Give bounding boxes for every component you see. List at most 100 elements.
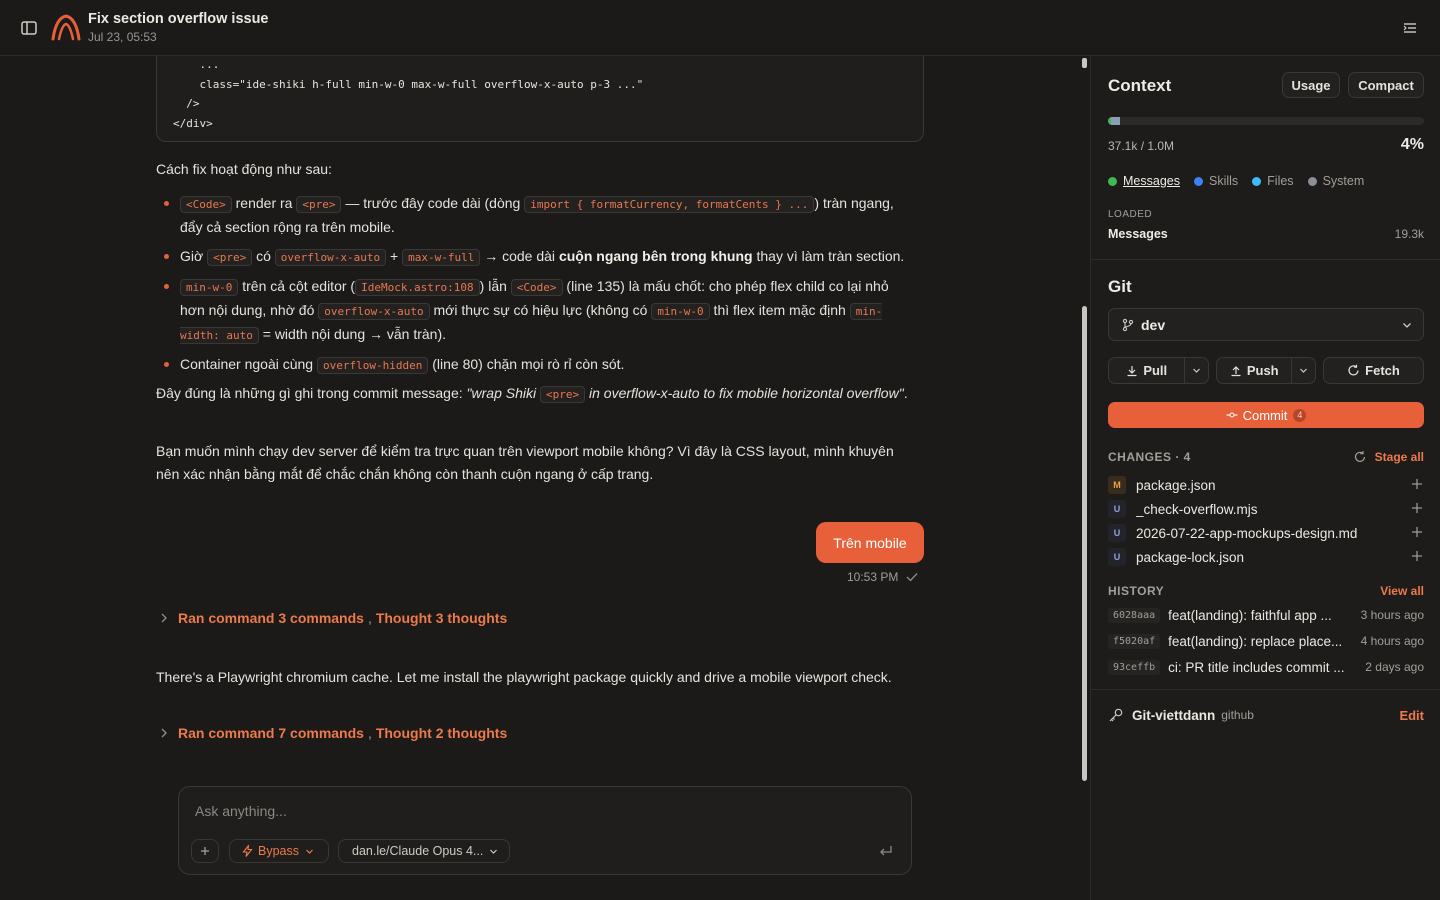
message-timestamp: 10:53 PM	[847, 570, 899, 584]
code-line: class="ide-shiki h-full min-w-0 max-w-fu…	[173, 77, 644, 91]
commit-message: ci: PR title includes commit ...	[1168, 659, 1345, 675]
context-legend: Messages Skills Files System	[1108, 174, 1378, 188]
changed-file-row[interactable]: U package-lock.json	[1108, 546, 1424, 568]
file-name: package-lock.json	[1136, 549, 1245, 565]
legend-label: System	[1322, 174, 1365, 188]
fetch-button[interactable]: Fetch	[1323, 357, 1424, 384]
legend-dot	[1108, 176, 1117, 186]
message-composer[interactable]: Ask anything... Bypass dan.le/Claude Opu…	[178, 786, 912, 875]
section-divider	[1091, 689, 1440, 690]
enter-icon[interactable]	[879, 845, 893, 857]
panel-menu-icon[interactable]	[1402, 20, 1418, 36]
chat-transcript[interactable]: ... class="ide-shiki h-full min-w-0 max-…	[0, 56, 1080, 900]
text: có	[252, 248, 275, 264]
thoughts-link[interactable]: Thought 2 thoughts	[376, 725, 507, 741]
italic-text: in overflow-x-auto to fix mobile horizon…	[585, 385, 904, 401]
file-name: package.json	[1136, 477, 1216, 493]
pull-button[interactable]: Pull	[1109, 358, 1184, 383]
legend-messages[interactable]: Messages	[1108, 174, 1180, 188]
text: — trước đây code dài (dòng	[341, 195, 525, 211]
plus-icon[interactable]	[1410, 549, 1424, 563]
ran-commands-link[interactable]: Ran command 7 commands	[178, 725, 364, 741]
text: .	[903, 385, 908, 401]
tool-activity-row[interactable]: Ran command 7 commands , Thought 2 thoug…	[156, 725, 507, 741]
account-provider: github	[1221, 708, 1254, 722]
inline-code: overflow-x-auto	[274, 249, 387, 266]
file-status-badge: U	[1108, 500, 1126, 518]
push-dropdown[interactable]	[1292, 358, 1315, 383]
branch-selector[interactable]: dev	[1108, 308, 1424, 341]
history-row[interactable]: 93ceffb ci: PR title includes commit ...…	[1108, 656, 1424, 678]
push-button[interactable]: Push	[1217, 358, 1291, 383]
commit-hash: 93ceffb	[1108, 659, 1161, 675]
account-edit-link[interactable]: Edit	[1399, 708, 1424, 723]
commit-count-badge: 4	[1293, 408, 1307, 422]
chevron-down-icon	[1403, 323, 1411, 328]
changed-file-row[interactable]: U _check-overflow.mjs	[1108, 498, 1424, 520]
code-line: ...	[173, 58, 220, 71]
pull-label: Pull	[1143, 363, 1168, 378]
inline-code: min-w-0	[180, 279, 239, 296]
legend-dot	[1252, 176, 1262, 186]
commit-message-text: Đây đúng là những gì ghi trong commit me…	[156, 382, 916, 406]
conversation-title: Fix section overflow issue	[88, 11, 269, 27]
commit-age: 2 days ago	[1365, 660, 1424, 674]
legend-files[interactable]: Files	[1252, 174, 1294, 188]
changed-file-row[interactable]: M package.json	[1108, 474, 1424, 496]
legend-skills[interactable]: Skills	[1193, 174, 1239, 188]
attach-button[interactable]	[191, 839, 219, 863]
text: = width nội dung → vẫn tràn).	[258, 326, 447, 342]
thoughts-link[interactable]: Thought 3 thoughts	[376, 610, 507, 626]
view-all-link[interactable]: View all	[1380, 584, 1424, 598]
usage-button[interactable]: Usage	[1282, 72, 1340, 98]
inline-code: overflow-x-auto	[318, 303, 430, 320]
upload-icon	[1231, 365, 1241, 376]
scrollbar-arrow[interactable]	[1082, 58, 1087, 68]
inline-code: min-w-0	[651, 303, 710, 320]
legend-dot	[1193, 176, 1203, 186]
plus-icon[interactable]	[1410, 525, 1424, 539]
list-item: Giờ <pre> có overflow-x-auto + max-w-ful…	[156, 245, 916, 269]
pull-dropdown[interactable]	[1185, 358, 1208, 383]
text: thay vì làm tràn section.	[752, 248, 905, 264]
commit-button[interactable]: Commit 4	[1108, 402, 1424, 428]
composer-input[interactable]: Ask anything...	[195, 803, 287, 819]
plus-icon	[201, 847, 209, 855]
separator: ,	[367, 725, 372, 741]
download-icon	[1127, 365, 1137, 376]
changed-file-row[interactable]: U 2026-07-22-app-mockups-design.md	[1108, 522, 1424, 544]
inline-code: overflow-hidden	[317, 357, 429, 374]
inline-code: <pre>	[207, 249, 253, 266]
mode-selector[interactable]: Bypass	[229, 839, 329, 863]
lightning-icon	[242, 845, 253, 857]
tool-activity-row[interactable]: Ran command 3 commands , Thought 3 thoug…	[156, 610, 507, 626]
chevron-down-icon	[1193, 368, 1201, 373]
plus-icon[interactable]	[1410, 477, 1424, 491]
commit-hash: 6028aaa	[1108, 607, 1161, 623]
text: +	[386, 248, 403, 264]
inline-code: <Code>	[180, 196, 232, 213]
sidebar-toggle-icon[interactable]	[20, 19, 38, 37]
legend-label: Skills	[1208, 174, 1239, 188]
loaded-name: Messages	[1108, 227, 1168, 241]
model-selector[interactable]: dan.le/Claude Opus 4...	[338, 839, 510, 863]
app-logo-icon	[51, 14, 81, 41]
context-token-count: 37.1k / 1.0M	[1108, 139, 1175, 153]
check-icon	[906, 573, 918, 582]
text: (line 80) chặn mọi rò rỉ còn sót.	[428, 356, 625, 372]
scrollbar-thumb[interactable]	[1082, 306, 1087, 781]
stage-all-button[interactable]: Stage all	[1353, 450, 1424, 464]
chevron-down-icon	[490, 849, 498, 854]
ran-commands-link[interactable]: Ran command 3 commands	[178, 610, 364, 626]
history-row[interactable]: 6028aaa feat(landing): faithful app ... …	[1108, 604, 1424, 626]
plus-icon[interactable]	[1410, 501, 1424, 515]
history-row[interactable]: f5020af feat(landing): replace place... …	[1108, 630, 1424, 652]
legend-system[interactable]: System	[1307, 174, 1365, 188]
changes-label: CHANGES · 4	[1108, 450, 1191, 464]
text: Giờ	[180, 248, 208, 264]
legend-dot	[1307, 176, 1317, 186]
chat-scrollbar[interactable]	[1080, 56, 1090, 786]
git-account: Git-viettdann github	[1108, 707, 1254, 723]
context-percent: 4%	[1400, 136, 1424, 153]
compact-button[interactable]: Compact	[1348, 72, 1424, 98]
